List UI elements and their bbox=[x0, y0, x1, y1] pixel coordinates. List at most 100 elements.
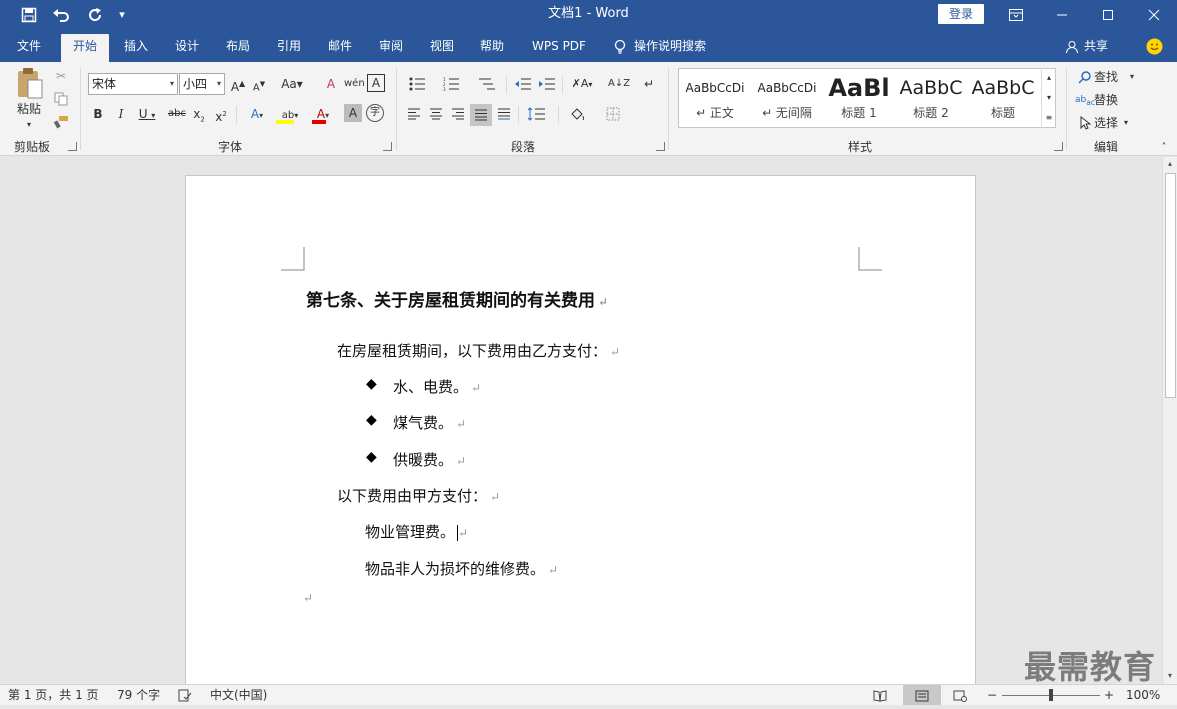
select-dropdown-icon[interactable]: ▾ bbox=[1120, 113, 1132, 133]
close-icon[interactable] bbox=[1131, 0, 1177, 30]
character-shading-icon[interactable]: A bbox=[344, 104, 362, 122]
font-color-icon[interactable]: A▾ bbox=[310, 104, 336, 124]
strikethrough-icon[interactable]: abc bbox=[166, 104, 188, 124]
login-button[interactable]: 登录 bbox=[938, 4, 984, 24]
style-title[interactable]: AaBbC 标题 bbox=[967, 69, 1039, 127]
change-case-icon[interactable]: Aa▾ bbox=[279, 74, 305, 94]
text-effects-icon[interactable]: A▾ bbox=[244, 104, 270, 124]
bold-icon[interactable]: B bbox=[90, 104, 106, 124]
zoom-level[interactable]: 100% bbox=[1126, 685, 1160, 706]
customize-icon[interactable]: ▾ bbox=[114, 0, 130, 30]
scroll-up-icon[interactable]: ▴ bbox=[1163, 157, 1177, 171]
proofing-icon[interactable] bbox=[178, 685, 194, 709]
doc-heading[interactable]: 第七条、关于房屋租赁期间的有关费用 ↵ bbox=[306, 290, 608, 313]
enclose-characters-icon[interactable]: 字 bbox=[366, 104, 384, 122]
paste-dropdown-icon[interactable]: ▾ bbox=[24, 115, 34, 135]
paste-icon[interactable] bbox=[14, 66, 46, 100]
grow-font-icon[interactable]: A▲ bbox=[229, 74, 247, 94]
find-icon[interactable] bbox=[1076, 67, 1094, 87]
font-name-combo[interactable]: 宋体 ▾ bbox=[88, 73, 178, 95]
undo-icon[interactable] bbox=[48, 0, 76, 30]
italic-icon[interactable]: I bbox=[113, 104, 129, 124]
borders-icon[interactable] bbox=[598, 104, 628, 124]
style-heading-1[interactable]: AaBl 标题 1 bbox=[823, 69, 895, 127]
web-layout-icon[interactable] bbox=[953, 685, 971, 709]
format-painter-icon[interactable] bbox=[52, 112, 70, 132]
zoom-slider-thumb[interactable] bbox=[1049, 689, 1053, 701]
decrease-indent-icon[interactable] bbox=[512, 74, 534, 94]
increase-indent-icon[interactable] bbox=[536, 74, 558, 94]
doc-empty-line[interactable]: ↵ bbox=[303, 586, 313, 609]
tab-references[interactable]: 引用 bbox=[267, 34, 311, 62]
page[interactable]: 第七条、关于房屋租赁期间的有关费用 ↵ 在房屋租赁期间，以下费用由乙方支付： ↵ ◆… bbox=[185, 175, 976, 684]
subscript-icon[interactable]: x2 bbox=[191, 104, 207, 124]
save-icon[interactable] bbox=[18, 0, 40, 30]
align-left-icon[interactable] bbox=[404, 104, 424, 124]
align-center-icon[interactable] bbox=[426, 104, 446, 124]
clipboard-launcher-icon[interactable] bbox=[68, 142, 77, 151]
smiley-icon[interactable] bbox=[1143, 34, 1165, 62]
styles-launcher-icon[interactable] bbox=[1054, 142, 1063, 151]
read-mode-icon[interactable] bbox=[873, 685, 891, 709]
paragraph-launcher-icon[interactable] bbox=[656, 142, 665, 151]
tab-wps-pdf[interactable]: WPS PDF bbox=[524, 34, 594, 62]
scroll-down-icon[interactable]: ▾ bbox=[1163, 669, 1177, 683]
doc-intro[interactable]: 在房屋租赁期间，以下费用由乙方支付： ↵ bbox=[337, 340, 620, 363]
zoom-in-button[interactable]: + bbox=[1102, 685, 1116, 706]
font-size-combo[interactable]: 小四 ▾ bbox=[179, 73, 225, 95]
styles-more-icon[interactable]: ≡ bbox=[1042, 108, 1056, 128]
zoom-out-button[interactable]: − bbox=[985, 685, 999, 706]
line-spacing-icon[interactable] bbox=[522, 104, 552, 124]
tab-help[interactable]: 帮助 bbox=[470, 34, 514, 62]
word-count[interactable]: 79 个字 bbox=[117, 685, 160, 706]
tab-layout[interactable]: 布局 bbox=[216, 34, 260, 62]
numbering-icon[interactable]: 123 bbox=[438, 74, 468, 94]
select-icon[interactable] bbox=[1078, 113, 1092, 133]
maximize-icon[interactable] bbox=[1085, 0, 1131, 30]
styles-down-icon[interactable]: ▾ bbox=[1042, 88, 1056, 108]
tab-view[interactable]: 视图 bbox=[420, 34, 464, 62]
doc-item-1[interactable]: 物业管理费。 ↵ bbox=[365, 521, 468, 544]
doc-bullet-3[interactable]: 供暖费。 ↵ bbox=[393, 449, 466, 472]
shrink-font-icon[interactable]: A▼ bbox=[250, 74, 268, 94]
shading-icon[interactable] bbox=[564, 104, 592, 124]
tab-file[interactable]: 文件 bbox=[4, 34, 54, 62]
print-layout-icon[interactable] bbox=[903, 685, 941, 705]
doc-bullet-2[interactable]: 煤气费。 ↵ bbox=[393, 412, 466, 435]
page-count[interactable]: 第 1 页，共 1 页 bbox=[8, 685, 99, 706]
tell-me-search[interactable]: 操作说明搜索 bbox=[634, 34, 720, 62]
clear-formatting-icon[interactable]: A bbox=[322, 74, 340, 94]
justify-icon[interactable] bbox=[470, 104, 492, 126]
font-launcher-icon[interactable] bbox=[383, 142, 392, 151]
multilevel-list-icon[interactable] bbox=[472, 74, 502, 94]
chinese-layout-icon[interactable]: ✗A▾ bbox=[567, 74, 597, 94]
tab-mailings[interactable]: 邮件 bbox=[318, 34, 362, 62]
underline-icon[interactable]: U ▾ bbox=[134, 104, 160, 124]
ribbon-display-icon[interactable] bbox=[993, 0, 1039, 30]
find-button[interactable]: 查找 bbox=[1094, 67, 1124, 87]
styles-up-icon[interactable]: ▴ bbox=[1042, 68, 1056, 88]
show-marks-icon[interactable]: ↵ bbox=[640, 74, 658, 94]
align-right-icon[interactable] bbox=[448, 104, 468, 124]
find-dropdown-icon[interactable]: ▾ bbox=[1126, 67, 1138, 87]
doc-intro-2[interactable]: 以下费用由甲方支付： ↵ bbox=[337, 485, 500, 508]
doc-item-2[interactable]: 物品非人为损坏的维修费。 ↵ bbox=[365, 558, 558, 581]
tab-insert[interactable]: 插入 bbox=[114, 34, 158, 62]
highlight-icon[interactable]: ab▾ bbox=[274, 104, 306, 124]
style-no-spacing[interactable]: AaBbCcDi ↵ 无间隔 bbox=[751, 69, 823, 127]
distributed-icon[interactable] bbox=[494, 104, 514, 124]
vertical-scrollbar[interactable]: ▴ ▾ bbox=[1162, 157, 1177, 684]
style-heading-2[interactable]: AaBbC 标题 2 bbox=[895, 69, 967, 127]
replace-icon[interactable]: abac bbox=[1075, 90, 1095, 110]
style-normal[interactable]: AaBbCcDi ↵ 正文 bbox=[679, 69, 751, 127]
sort-icon[interactable]: A↓Z bbox=[608, 74, 630, 94]
superscript-icon[interactable]: x2 bbox=[213, 104, 229, 124]
share-button[interactable]: 共享 bbox=[1080, 34, 1112, 62]
copy-icon[interactable] bbox=[52, 89, 70, 109]
tab-design[interactable]: 设计 bbox=[165, 34, 209, 62]
tab-home[interactable]: 开始 bbox=[61, 34, 109, 62]
phonetic-guide-icon[interactable]: wén bbox=[344, 74, 365, 94]
redo-icon[interactable] bbox=[84, 0, 106, 30]
bullets-icon[interactable] bbox=[404, 74, 434, 94]
replace-button[interactable]: 替换 bbox=[1094, 90, 1124, 110]
